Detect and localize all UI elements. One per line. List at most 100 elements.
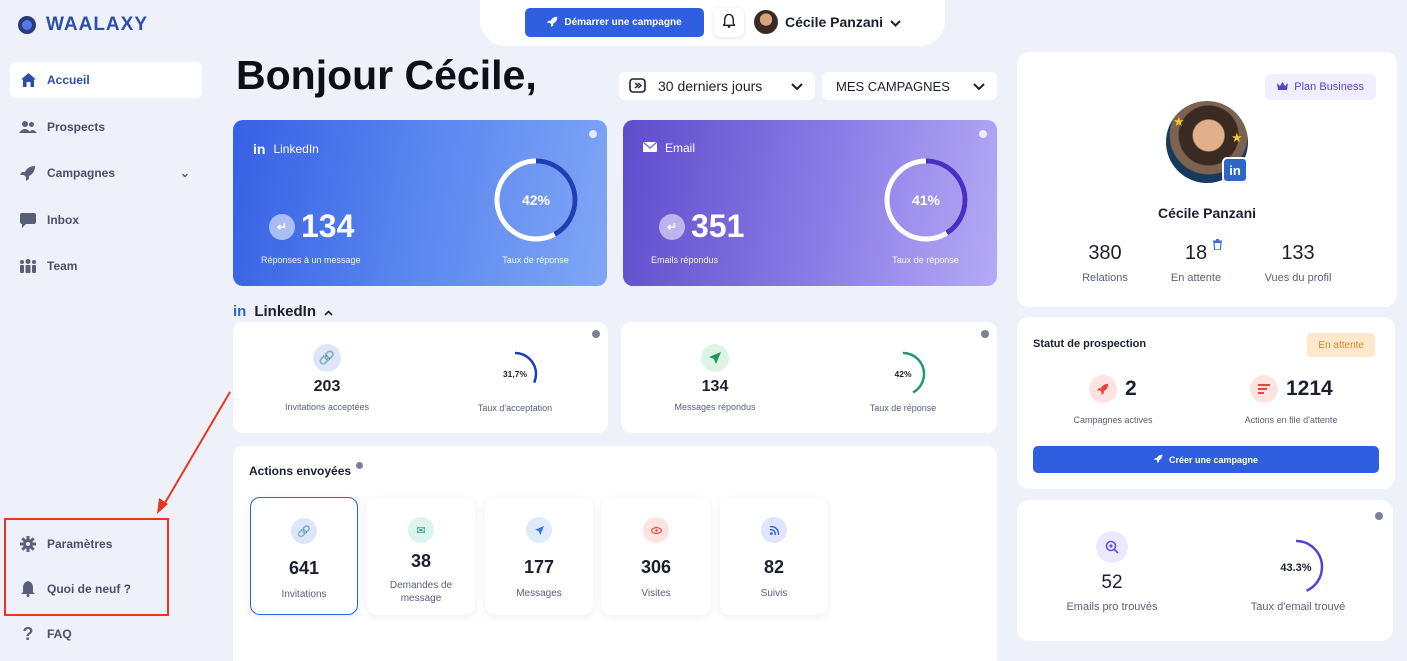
star-icon: ★ [1173, 114, 1185, 129]
profile-stat-label: Vues du profil [1264, 272, 1332, 284]
user-menu[interactable]: Cécile Panzani [754, 10, 901, 34]
action-card-invitations[interactable]: 🔗 641 Invitations [250, 497, 358, 615]
card-title: LinkedIn [273, 142, 319, 156]
crown-icon [1277, 81, 1289, 93]
reply-icon: ↵ [659, 213, 685, 240]
chat-icon [19, 211, 37, 229]
action-label: Messages [516, 588, 562, 599]
logo[interactable]: WAALAXY [18, 14, 148, 36]
info-icon[interactable] [589, 130, 597, 138]
users-icon [19, 118, 37, 136]
email-found-rate-label: Taux d'email trouvé [1250, 601, 1346, 613]
action-card-follows[interactable]: 82 Suivis [720, 497, 828, 615]
acceptance-rate-ring: 31,7% [492, 351, 538, 397]
rocket-icon [1153, 454, 1163, 465]
response-rate-value: 42% [522, 192, 551, 208]
chevron-down-icon [890, 14, 901, 30]
active-campaigns: 2 [1089, 375, 1137, 403]
sidebar-item-label: Prospects [47, 120, 106, 134]
message-response-rate-label: Taux de réponse [869, 403, 937, 413]
email-response-rate-label: Taux de réponse [892, 255, 959, 265]
user-name: Cécile Panzani [785, 14, 884, 30]
create-campaign-button[interactable]: Créer une campagne [1033, 446, 1379, 473]
send-icon [526, 517, 552, 543]
messages-replied-value: 134 [701, 378, 729, 395]
campaign-filter-select[interactable]: MES CAMPAGNES [822, 72, 997, 100]
emails-found-card: 52 Emails pro trouvés 43.3% Taux d'email… [1017, 500, 1393, 641]
replies-label: Réponses à un message [261, 255, 361, 265]
card-title: Email [665, 141, 696, 155]
info-icon[interactable] [979, 130, 987, 138]
emails-replied-label: Emails répondus [651, 255, 719, 265]
info-icon[interactable] [981, 330, 989, 338]
plan-badge[interactable]: Plan Business [1265, 74, 1376, 100]
profile-stat-relations: 380 Relations [1055, 242, 1155, 284]
status-badge: En attente [1307, 333, 1375, 357]
sidebar-item-team[interactable]: Team [10, 248, 202, 284]
profile-stat-pending: 18 En attente [1146, 242, 1246, 284]
queued-actions: 1214 [1250, 375, 1333, 403]
actions-sent-title: Actions envoyées [249, 464, 352, 478]
rocket-icon [1089, 375, 1117, 403]
action-value: 38 [410, 551, 432, 571]
email-response-rate-value: 41% [912, 192, 941, 208]
start-campaign-button[interactable]: Démarrer une campagne [525, 8, 704, 37]
linkedin-icon: in [233, 303, 247, 320]
action-card-message-requests[interactable]: ✉ 38 Demandes de message [367, 497, 475, 615]
avatar [754, 10, 778, 34]
action-value: 641 [288, 558, 320, 578]
sidebar-item-prospects[interactable]: Prospects [10, 109, 202, 145]
actions-sent-panel: Actions envoyées 🔗 641 Invitations ✉ 38 … [233, 446, 997, 661]
sidebar-item-label: Accueil [47, 73, 90, 87]
eye-icon [643, 517, 669, 543]
home-icon [19, 71, 37, 89]
star-icon: ★ [1231, 130, 1243, 145]
profile-stat-value: 18 [1184, 242, 1208, 264]
message-request-icon: ✉ [408, 517, 434, 543]
action-card-visits[interactable]: 306 Visites [602, 497, 710, 615]
logo-mark-icon [18, 16, 36, 34]
linkedin-summary-card: in LinkedIn ↵ 134 Réponses à un message … [233, 120, 607, 286]
chevron-down-icon[interactable]: ⌄ [180, 166, 190, 180]
create-campaign-label: Créer une campagne [1168, 454, 1259, 465]
profile-stat-views: 133 Vues du profil [1248, 242, 1348, 284]
linkedin-section-header[interactable]: in LinkedIn [233, 303, 333, 320]
action-label: Visites [641, 588, 671, 599]
replies-value: 134 [301, 208, 355, 244]
active-campaigns-label: Campagnes actives [1073, 415, 1153, 425]
info-icon[interactable] [592, 330, 600, 338]
sidebar-item-label: FAQ [47, 627, 72, 641]
annotation-arrow [157, 391, 231, 514]
action-value: 306 [640, 557, 672, 577]
info-icon[interactable] [356, 462, 364, 469]
sidebar-item-accueil[interactable]: Accueil [10, 62, 202, 98]
period-select[interactable]: 30 derniers jours [619, 72, 815, 100]
info-icon[interactable] [1375, 512, 1383, 520]
link-icon: 🔗 [291, 518, 317, 544]
emails-replied-value: 351 [691, 208, 745, 244]
notifications-button[interactable] [714, 8, 744, 37]
trash-icon[interactable] [1213, 239, 1222, 253]
calendar-icon [629, 77, 646, 96]
acceptance-rate-label: Taux d'acceptation [477, 403, 553, 413]
start-campaign-label: Démarrer une campagne [564, 17, 682, 28]
reply-icon: ↵ [269, 213, 295, 240]
action-card-messages[interactable]: 177 Messages [485, 497, 593, 615]
sidebar-item-label: Inbox [47, 213, 79, 227]
sidebar-item-faq[interactable]: ? FAQ [10, 616, 202, 652]
prospection-title: Statut de prospection [1033, 338, 1147, 350]
response-rate-label: Taux de réponse [502, 255, 569, 265]
campaign-filter-value: MES CAMPAGNES [836, 78, 950, 94]
sidebar-item-inbox[interactable]: Inbox [10, 202, 202, 238]
question-icon: ? [22, 623, 34, 644]
email-search-icon [1096, 531, 1128, 563]
link-icon: 🔗 [313, 344, 341, 372]
bell-icon [721, 13, 737, 31]
messages-stat-card: 134 Messages répondus 42% Taux de répons… [621, 322, 997, 433]
action-value: 177 [523, 557, 555, 577]
profile-stat-label: Relations [1082, 272, 1128, 284]
invitations-accepted-label: Invitations acceptées [284, 402, 370, 412]
email-found-rate-ring: 43.3% [1268, 539, 1324, 595]
sidebar-item-campagnes[interactable]: Campagnes ⌄ [10, 155, 202, 191]
profile-stat-value: 380 [1088, 242, 1122, 264]
